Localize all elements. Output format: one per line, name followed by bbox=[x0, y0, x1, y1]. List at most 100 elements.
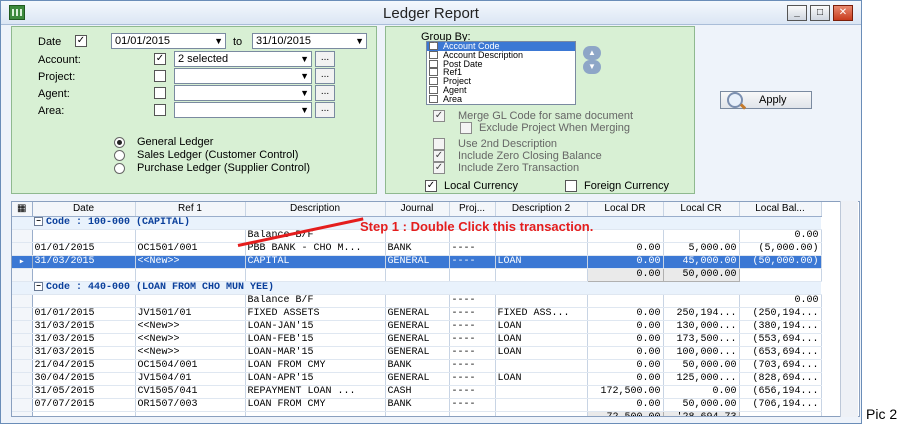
table-cell[interactable]: ---- bbox=[449, 372, 496, 386]
table-cell[interactable]: FIXED ASS... bbox=[495, 307, 588, 321]
table-cell[interactable]: GENERAL bbox=[385, 333, 450, 347]
table-row[interactable]: 01/01/2015 JV1501/01 FIXED ASSETS GENERAL --… bbox=[12, 307, 822, 321]
table-cell[interactable]: 45,000.00 bbox=[663, 255, 740, 269]
maximize-button[interactable]: □ bbox=[810, 5, 830, 21]
table-cell[interactable]: (706,194... bbox=[739, 398, 822, 412]
table-row[interactable]: 07/07/2015 OR1507/003 LOAN FROM CMY BANK ---… bbox=[12, 398, 822, 412]
foreign-currency-checkbox[interactable] bbox=[565, 180, 577, 192]
table-cell[interactable]: LOAN bbox=[495, 255, 588, 269]
table-row[interactable]: 31/03/2015 <<New>> LOAN-FEB'15 GENERAL ---- L… bbox=[12, 333, 822, 347]
collapse-icon[interactable]: − bbox=[34, 216, 43, 226]
table-cell[interactable]: Balance B/F bbox=[245, 294, 386, 308]
row-indicator[interactable] bbox=[12, 398, 33, 412]
group-header-row[interactable]: − Code : 440-000 (LOAN FROM CHO MUN YEE) bbox=[12, 281, 821, 295]
table-cell[interactable]: 130,000... bbox=[663, 320, 740, 334]
date-to-picker[interactable]: 31/10/2015 ▼ bbox=[252, 33, 367, 49]
table-cell[interactable]: LOAN FROM CMY bbox=[245, 359, 386, 373]
table-cell[interactable]: 31/05/2015 bbox=[32, 385, 136, 399]
table-cell[interactable] bbox=[495, 398, 588, 412]
table-cell[interactable]: 21/04/2015 bbox=[32, 359, 136, 373]
project-combo[interactable]: ▼ bbox=[174, 68, 312, 84]
row-indicator[interactable] bbox=[12, 229, 33, 243]
agent-checkbox[interactable] bbox=[154, 87, 166, 99]
table-cell[interactable]: 0.00 bbox=[587, 398, 664, 412]
row-indicator[interactable] bbox=[12, 333, 33, 347]
table-cell[interactable]: ---- bbox=[449, 385, 496, 399]
table-cell[interactable]: 0.00 bbox=[663, 385, 740, 399]
table-cell[interactable]: 173,500... bbox=[663, 333, 740, 347]
table-cell[interactable]: GENERAL bbox=[385, 372, 450, 386]
table-cell[interactable]: 01/01/2015 bbox=[32, 307, 136, 321]
table-cell[interactable]: 50,000.00 bbox=[663, 398, 740, 412]
table-cell[interactable]: <<New>> bbox=[135, 255, 246, 269]
table-row[interactable]: Balance B/F ---- 0.00 bbox=[12, 294, 822, 308]
table-cell[interactable]: 0.00 bbox=[739, 229, 822, 243]
apply-button[interactable]: Apply bbox=[720, 91, 812, 109]
exclude-project-checkbox[interactable] bbox=[460, 122, 472, 134]
account-checkbox[interactable]: ✓ bbox=[154, 53, 166, 65]
table-cell[interactable]: 30/04/2015 bbox=[32, 372, 136, 386]
table-cell[interactable]: 01/01/2015 bbox=[32, 242, 136, 256]
table-cell[interactable]: 0.00 bbox=[587, 346, 664, 360]
row-indicator[interactable] bbox=[12, 281, 32, 295]
table-row[interactable]: 31/05/2015 CV1505/041 REPAYMENT LOAN ... CA… bbox=[12, 385, 822, 399]
table-row[interactable]: ▸ 31/03/2015 <<New>> CAPITAL GENERAL ---- LOAN… bbox=[12, 255, 822, 269]
table-cell[interactable]: GENERAL bbox=[385, 307, 450, 321]
column-header[interactable]: Description bbox=[245, 202, 386, 217]
table-cell[interactable]: OR1507/003 bbox=[135, 398, 246, 412]
table-cell[interactable]: ---- bbox=[449, 294, 496, 308]
group-item-area[interactable]: Area bbox=[427, 94, 575, 104]
table-cell[interactable]: <<New>> bbox=[135, 346, 246, 360]
table-cell[interactable]: (50,000.00) bbox=[739, 255, 822, 269]
table-cell[interactable]: ---- bbox=[449, 255, 496, 269]
table-cell[interactable]: ---- bbox=[449, 398, 496, 412]
row-indicator[interactable] bbox=[12, 242, 33, 256]
table-cell[interactable]: 31/03/2015 bbox=[32, 320, 136, 334]
table-cell[interactable]: JV1501/01 bbox=[135, 307, 246, 321]
table-cell[interactable] bbox=[663, 294, 740, 308]
date-from-picker[interactable]: 01/01/2015 ▼ bbox=[111, 33, 226, 49]
row-indicator[interactable] bbox=[12, 346, 33, 360]
row-indicator[interactable] bbox=[12, 307, 33, 321]
row-indicator[interactable] bbox=[12, 216, 32, 230]
table-cell[interactable]: LOAN bbox=[495, 372, 588, 386]
table-cell[interactable]: 172,500.00 bbox=[587, 385, 664, 399]
table-cell[interactable]: LOAN bbox=[495, 333, 588, 347]
table-cell[interactable]: PBB BANK - CHO M... bbox=[245, 242, 386, 256]
table-row[interactable]: 31/03/2015 <<New>> LOAN-JAN'15 GENERAL ---- L… bbox=[12, 320, 822, 334]
table-cell[interactable]: <<New>> bbox=[135, 320, 246, 334]
move-down-icon[interactable]: ▼ bbox=[583, 60, 601, 74]
group-by-list[interactable]: ✓ Account Code Account Description Post D… bbox=[426, 41, 576, 105]
general-ledger-radio[interactable] bbox=[114, 137, 125, 148]
column-header[interactable]: Journal bbox=[385, 202, 450, 217]
row-indicator[interactable] bbox=[12, 320, 33, 334]
table-cell[interactable]: OC1504/001 bbox=[135, 359, 246, 373]
sales-ledger-radio[interactable] bbox=[114, 150, 125, 161]
area-combo[interactable]: ▼ bbox=[174, 102, 312, 118]
table-cell[interactable] bbox=[587, 229, 664, 243]
table-cell[interactable] bbox=[135, 294, 246, 308]
purchase-ledger-radio[interactable] bbox=[114, 163, 125, 174]
table-row[interactable]: 31/03/2015 <<New>> LOAN-MAR'15 GENERAL ---- L… bbox=[12, 346, 822, 360]
account-combo[interactable]: 2 selected ▼ bbox=[174, 51, 312, 67]
table-cell[interactable]: ---- bbox=[449, 346, 496, 360]
row-indicator[interactable] bbox=[12, 294, 33, 308]
table-cell[interactable]: LOAN-FEB'15 bbox=[245, 333, 386, 347]
table-cell[interactable]: GENERAL bbox=[385, 255, 450, 269]
account-browse-button[interactable]: ... bbox=[315, 51, 335, 67]
table-cell[interactable]: GENERAL bbox=[385, 346, 450, 360]
table-cell[interactable]: LOAN FROM CMY bbox=[245, 398, 386, 412]
row-indicator[interactable] bbox=[12, 359, 33, 373]
table-cell[interactable]: LOAN-JAN'15 bbox=[245, 320, 386, 334]
table-cell[interactable]: 07/07/2015 bbox=[32, 398, 136, 412]
table-cell[interactable]: OC1501/001 bbox=[135, 242, 246, 256]
area-checkbox[interactable] bbox=[154, 104, 166, 116]
group-item-checkbox[interactable] bbox=[429, 50, 438, 59]
grid-corner-icon[interactable]: ▦ bbox=[12, 202, 33, 217]
table-cell[interactable]: FIXED ASSETS bbox=[245, 307, 386, 321]
table-cell[interactable] bbox=[32, 229, 136, 243]
table-cell[interactable] bbox=[135, 229, 246, 243]
table-cell[interactable] bbox=[385, 294, 450, 308]
group-item-checkbox[interactable] bbox=[429, 77, 438, 86]
column-header[interactable]: Description 2 bbox=[495, 202, 588, 217]
